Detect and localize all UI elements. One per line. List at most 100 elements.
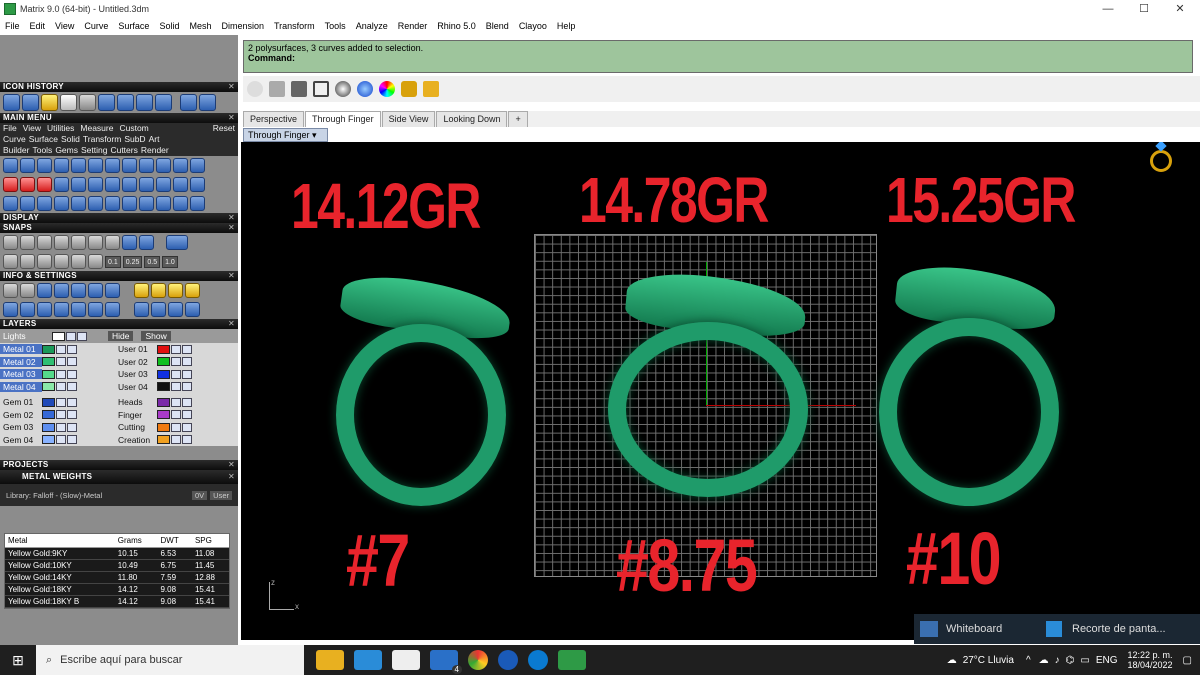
folder-icon[interactable] bbox=[41, 94, 58, 111]
cat-cutters[interactable]: Cutters bbox=[110, 145, 137, 156]
col-spg[interactable]: SPG bbox=[191, 534, 229, 548]
menu-edit[interactable]: Edit bbox=[25, 18, 51, 35]
tool-icon[interactable] bbox=[88, 158, 103, 173]
info-icon[interactable] bbox=[71, 283, 86, 298]
tool-icon[interactable] bbox=[20, 177, 35, 192]
layer-visible-icon[interactable] bbox=[182, 422, 192, 432]
layer-lock-icon[interactable] bbox=[56, 382, 66, 392]
tool-icon[interactable] bbox=[105, 158, 120, 173]
col-metal[interactable]: Metal bbox=[5, 534, 115, 548]
menu-rhino[interactable]: Rhino 5.0 bbox=[432, 18, 481, 35]
layer-name[interactable]: User 03 bbox=[115, 369, 157, 379]
info-icon[interactable] bbox=[54, 283, 69, 298]
clock[interactable]: 12:22 p. m. 18/04/2022 bbox=[1128, 650, 1173, 670]
info-icon[interactable] bbox=[185, 283, 200, 298]
cat-render[interactable]: Render bbox=[141, 145, 169, 156]
layer-lock-icon[interactable] bbox=[171, 357, 181, 367]
tool-icon[interactable] bbox=[88, 196, 103, 211]
layer-row[interactable]: Metal 01 bbox=[0, 343, 115, 356]
close-icon[interactable]: ✕ bbox=[228, 113, 235, 123]
info-icon[interactable] bbox=[37, 302, 52, 317]
shaded-icon[interactable] bbox=[335, 81, 351, 97]
viewport-through-finger[interactable]: 14.12GR 14.78GR 15.25GR #7 #8.75 #10 z x bbox=[241, 142, 1200, 640]
library-btn[interactable]: 0V bbox=[191, 490, 208, 500]
close-icon[interactable]: ✕ bbox=[228, 82, 235, 92]
show-toggle[interactable]: Show bbox=[141, 331, 171, 341]
layer-name[interactable]: Metal 04 bbox=[0, 381, 42, 392]
layer-visible-icon[interactable] bbox=[182, 357, 192, 367]
snap-value[interactable]: 0.5 bbox=[144, 255, 161, 268]
taskbar-search[interactable]: ⌕ Escribe aquí para buscar bbox=[36, 645, 304, 675]
tool-icon[interactable] bbox=[54, 158, 69, 173]
language-indicator[interactable]: ENG bbox=[1096, 655, 1118, 666]
snap-icon[interactable] bbox=[88, 235, 103, 250]
minimize-button[interactable]: — bbox=[1090, 0, 1126, 18]
layer-visible-icon[interactable] bbox=[67, 397, 77, 407]
tool-icon[interactable] bbox=[3, 196, 18, 211]
library-user-btn[interactable]: User bbox=[210, 490, 232, 500]
chevron-up-icon[interactable]: ^ bbox=[1026, 655, 1031, 666]
matrix-taskbar-icon[interactable] bbox=[558, 650, 586, 670]
table-row[interactable]: Yellow Gold:10KY 10.49 6.75 11.45 bbox=[5, 559, 229, 572]
viewport-title[interactable]: Through Finger ▾ bbox=[243, 128, 328, 142]
info-icon[interactable] bbox=[151, 302, 166, 317]
ring-10[interactable] bbox=[879, 318, 1059, 506]
tab-through-finger[interactable]: Through Finger bbox=[305, 111, 381, 127]
layer-lock-icon[interactable] bbox=[171, 410, 181, 420]
info-icon[interactable] bbox=[71, 302, 86, 317]
layer-visible-icon[interactable] bbox=[67, 344, 77, 354]
snap-icon[interactable] bbox=[54, 254, 69, 269]
layer-visible-icon[interactable] bbox=[67, 357, 77, 367]
network-icon[interactable]: ⌬ bbox=[1066, 655, 1075, 666]
layer-lock-icon[interactable] bbox=[56, 357, 66, 367]
layer-visible-icon[interactable] bbox=[182, 344, 192, 354]
main-menu-header[interactable]: MAIN MENU ✕ bbox=[0, 113, 238, 123]
layer-visible-icon[interactable] bbox=[182, 369, 192, 379]
info-icon[interactable] bbox=[37, 283, 52, 298]
layers-header[interactable]: LAYERS ✕ bbox=[0, 319, 238, 329]
layer-lock-icon[interactable] bbox=[171, 382, 181, 392]
layer-lock-icon[interactable] bbox=[171, 435, 181, 445]
menu-file[interactable]: File bbox=[0, 18, 25, 35]
mail-icon[interactable]: 4 bbox=[430, 650, 462, 674]
volume-icon[interactable]: ♪ bbox=[1055, 655, 1060, 666]
snap-icon[interactable] bbox=[139, 235, 154, 250]
tab-looking-down[interactable]: Looking Down bbox=[436, 111, 508, 127]
layer-name[interactable]: User 02 bbox=[115, 357, 157, 367]
history-icon[interactable] bbox=[98, 94, 115, 111]
tool-icon[interactable] bbox=[3, 177, 18, 192]
layer-row[interactable]: Gem 03 bbox=[0, 421, 115, 434]
layer-row[interactable]: Finger bbox=[115, 409, 230, 422]
menu-view[interactable]: View bbox=[50, 18, 79, 35]
layer-lock-icon[interactable] bbox=[56, 422, 66, 432]
tool-icon[interactable] bbox=[122, 196, 137, 211]
display-header[interactable]: DISPLAY ✕ bbox=[0, 213, 238, 223]
snap-icon[interactable] bbox=[3, 254, 18, 269]
weather-icon[interactable]: ☁ bbox=[947, 655, 957, 666]
save-icon[interactable] bbox=[291, 81, 307, 97]
new-file-icon[interactable] bbox=[60, 94, 77, 111]
info-icon[interactable] bbox=[105, 283, 120, 298]
zoom-extents-icon[interactable] bbox=[313, 81, 329, 97]
tool-icon[interactable] bbox=[71, 158, 86, 173]
info-icon[interactable] bbox=[168, 302, 183, 317]
layer-visible-icon[interactable] bbox=[67, 422, 77, 432]
tool-icon[interactable] bbox=[37, 177, 52, 192]
layer-color-swatch[interactable] bbox=[157, 382, 170, 392]
info-icon[interactable] bbox=[88, 283, 103, 298]
cat-tools[interactable]: Tools bbox=[32, 145, 52, 156]
tool-icon[interactable] bbox=[122, 177, 137, 192]
tool-icon[interactable] bbox=[54, 177, 69, 192]
layer-color-swatch[interactable] bbox=[157, 435, 170, 445]
menu-analyze[interactable]: Analyze bbox=[351, 18, 393, 35]
chrome-icon[interactable] bbox=[468, 650, 488, 670]
windows-start-icon[interactable]: ⊞ bbox=[0, 645, 36, 675]
layer-row[interactable]: Cutting bbox=[115, 421, 230, 434]
tool-icon[interactable] bbox=[173, 158, 188, 173]
layer-lock-icon[interactable] bbox=[171, 344, 181, 354]
menu-blend[interactable]: Blend bbox=[481, 18, 514, 35]
layer-row[interactable]: User 04 bbox=[115, 381, 230, 394]
layer-lock-icon[interactable] bbox=[56, 397, 66, 407]
tool-icon[interactable] bbox=[122, 158, 137, 173]
layer-name[interactable]: Gem 04 bbox=[0, 435, 42, 445]
